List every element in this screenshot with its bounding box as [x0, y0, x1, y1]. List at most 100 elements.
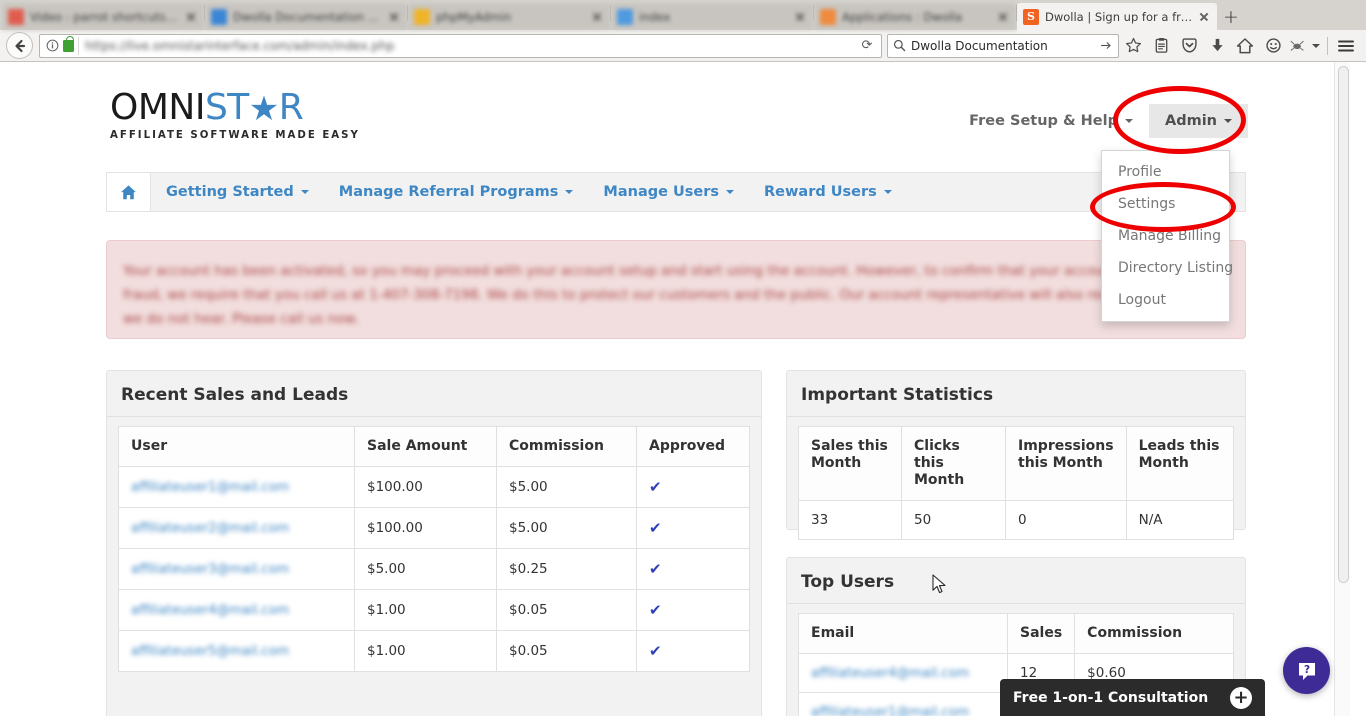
page-content: OMNIST★R AFFILIATE SOFTWARE MADE EASY Fr… — [0, 62, 1350, 716]
panel-title: Important Statistics — [787, 371, 1245, 417]
browser-tab[interactable]: phpMyAdmin — [408, 3, 610, 30]
nav-item-label: Free Setup & Help — [969, 113, 1118, 129]
cell-impressions-this-month: 0 — [1005, 500, 1127, 540]
site-logo[interactable]: OMNIST★R AFFILIATE SOFTWARE MADE EASY — [110, 90, 360, 141]
tab-favicon — [8, 8, 24, 25]
search-go-icon — [1101, 42, 1111, 49]
logo-omni-text: OMNI — [110, 87, 205, 128]
menu-item-profile[interactable]: Profile — [1102, 156, 1229, 188]
column-header-email: Email — [798, 613, 1008, 654]
page-scrollbar[interactable] — [1334, 62, 1350, 716]
cell-commission: $0.05 — [496, 630, 637, 672]
close-icon[interactable] — [996, 10, 1010, 24]
important-statistics-table: Sales this Month Clicks this Month Impre… — [798, 426, 1235, 540]
chevron-down-icon — [883, 190, 892, 194]
tab-title: Dwolla Documentation ... — [233, 9, 379, 24]
table-row: affiliateuser4@mail.com $1.00 $0.05 ✔ — [118, 589, 750, 631]
browser-tab[interactable]: Video : parrot shortcuts in ... — [2, 3, 204, 30]
user-email-link[interactable]: affiliateuser1@mail.com — [811, 705, 969, 716]
home-icon[interactable] — [1231, 32, 1259, 60]
help-chat-button[interactable]: ? — [1283, 647, 1330, 694]
approved-check-icon: ✔ — [649, 601, 662, 619]
nav-item-getting-started[interactable]: Getting Started — [151, 173, 324, 211]
lock-icon — [63, 35, 74, 52]
toolbar-separator — [1327, 36, 1328, 55]
browser-tab-active[interactable]: S Dwolla | Sign up for a fre... — [1017, 3, 1217, 30]
home-icon — [121, 184, 136, 199]
cell-sales-this-month: 33 — [798, 500, 902, 540]
browser-tab[interactable]: Applications : Dwolla — [814, 3, 1016, 30]
downloads-icon[interactable] — [1203, 32, 1231, 60]
user-email-link[interactable]: affiliateuser5@mail.com — [131, 644, 289, 659]
chevron-down-icon — [726, 190, 735, 194]
tab-strip: Video : parrot shortcuts in ... Dwolla D… — [0, 0, 1366, 30]
nav-item-free-setup-help[interactable]: Free Setup & Help — [953, 104, 1149, 138]
panel-title: Top Users — [787, 558, 1245, 604]
cell-clicks-this-month: 50 — [901, 500, 1006, 540]
column-header-sale-amount: Sale Amount — [354, 426, 497, 467]
browser-tab[interactable]: Dwolla Documentation ... — [205, 3, 407, 30]
back-button[interactable] — [6, 32, 33, 59]
bookmark-star-icon[interactable] — [1119, 32, 1147, 60]
nav-item-manage-users[interactable]: Manage Users — [588, 173, 749, 211]
account-icon[interactable] — [1259, 32, 1287, 60]
tab-favicon — [414, 8, 430, 25]
nav-item-manage-referral-programs[interactable]: Manage Referral Programs — [324, 173, 589, 211]
menu-item-logout[interactable]: Logout — [1102, 284, 1229, 316]
cell-commission: $0.25 — [496, 548, 637, 590]
close-icon[interactable] — [793, 10, 807, 24]
site-identity[interactable] — [44, 35, 79, 55]
close-icon[interactable] — [387, 10, 401, 24]
free-consultation-banner[interactable]: Free 1-on-1 Consultation + — [1000, 679, 1265, 716]
menu-item-settings[interactable]: Settings — [1102, 188, 1229, 220]
reload-icon[interactable]: ⟳ — [857, 38, 877, 53]
table-row: affiliateuser1@mail.com $100.00 $5.00 ✔ — [118, 466, 750, 508]
nav-home-button[interactable] — [107, 173, 151, 211]
scrollbar-thumb[interactable] — [1338, 66, 1349, 583]
table-row: affiliateuser2@mail.com $100.00 $5.00 ✔ — [118, 507, 750, 549]
nav-item-label: Manage Users — [603, 184, 720, 200]
cell-commission: $5.00 — [496, 466, 637, 508]
column-header-clicks-this-month: Clicks this Month — [901, 426, 1006, 501]
search-input[interactable]: Dwolla Documentation — [911, 39, 1094, 53]
menu-item-manage-billing[interactable]: Manage Billing — [1102, 220, 1229, 252]
pocket-icon[interactable] — [1175, 32, 1203, 60]
close-icon[interactable] — [184, 10, 198, 24]
user-email-link[interactable]: affiliateuser3@mail.com — [131, 562, 289, 577]
logo-tagline: AFFILIATE SOFTWARE MADE EASY — [110, 130, 360, 141]
logo-r-text: R — [278, 87, 304, 128]
nav-item-admin[interactable]: Admin — [1148, 104, 1248, 138]
user-email-link[interactable]: affiliateuser4@mail.com — [131, 603, 289, 618]
user-email-link[interactable]: affiliateuser2@mail.com — [131, 521, 289, 536]
column-header-approved: Approved — [636, 426, 750, 467]
table-row: affiliateuser3@mail.com $5.00 $0.25 ✔ — [118, 548, 750, 590]
alert-message: Your account has been activated, so you … — [123, 263, 1226, 327]
chevron-down-icon — [1224, 119, 1232, 123]
reader-list-icon[interactable] — [1147, 32, 1175, 60]
user-email-link[interactable]: affiliateuser1@mail.com — [131, 480, 289, 495]
chevron-down-icon — [565, 190, 574, 194]
close-icon[interactable] — [1197, 10, 1211, 24]
close-icon[interactable] — [590, 10, 604, 24]
approved-check-icon: ✔ — [649, 642, 662, 660]
tab-favicon — [617, 8, 633, 25]
nav-item-label: Admin — [1164, 113, 1217, 129]
address-bar[interactable]: https://live.omnistarinterface.com/admin… — [39, 33, 882, 58]
addon-icon[interactable] — [1287, 32, 1309, 60]
search-bar[interactable]: Dwolla Documentation — [887, 33, 1119, 58]
menu-item-directory-listing[interactable]: Directory Listing — [1102, 252, 1233, 284]
mouse-cursor — [932, 574, 948, 600]
account-activation-alert: Your account has been activated, so you … — [106, 240, 1246, 339]
panel-body: User Sale Amount Commission Approved aff… — [107, 417, 761, 683]
new-tab-button[interactable]: + — [1217, 4, 1245, 30]
consultation-label: Free 1-on-1 Consultation — [1013, 689, 1209, 706]
hamburger-menu-icon[interactable] — [1332, 32, 1360, 60]
tab-favicon — [211, 8, 227, 25]
nav-item-reward-users[interactable]: Reward Users — [749, 173, 907, 211]
browser-tab[interactable]: index — [611, 3, 813, 30]
addon-dropdown-caret-icon[interactable] — [1309, 32, 1323, 60]
table-row: 33 50 0 N/A — [798, 500, 1235, 540]
user-email-link[interactable]: affiliateuser4@mail.com — [811, 666, 969, 681]
nav-item-label: Getting Started — [166, 184, 294, 200]
expand-plus-icon[interactable]: + — [1230, 686, 1252, 709]
